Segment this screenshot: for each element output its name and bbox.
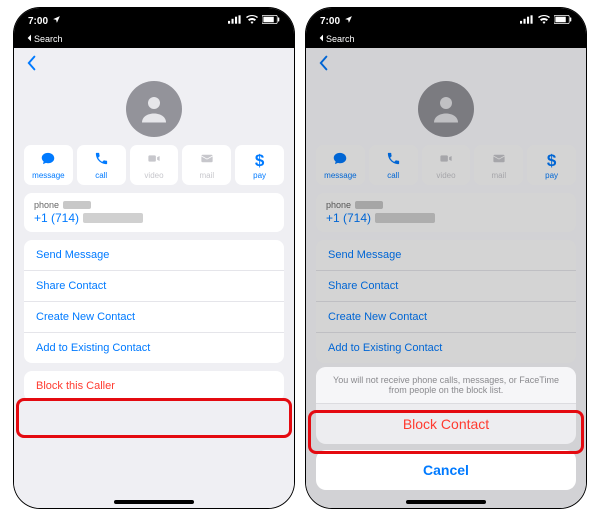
action-label: video: [436, 171, 455, 180]
mail-icon: [199, 151, 215, 169]
action-label: mail: [491, 171, 506, 180]
pay-icon: $: [547, 152, 556, 169]
call-button[interactable]: call: [77, 145, 126, 185]
nav-back-search[interactable]: Search: [306, 34, 586, 48]
back-button: [306, 48, 586, 79]
pay-button: $ pay: [527, 145, 576, 185]
mail-icon: [491, 151, 507, 169]
message-icon: [40, 151, 56, 169]
signal-icon: [228, 15, 242, 27]
phone-number-prefix: +1 (714): [34, 211, 79, 225]
video-button: video: [422, 145, 471, 185]
block-caller-row[interactable]: Block this Caller: [24, 371, 284, 401]
mail-button: mail: [182, 145, 231, 185]
create-new-contact-row: Create New Contact: [316, 302, 576, 333]
signal-icon: [520, 15, 534, 27]
back-button[interactable]: [14, 48, 294, 79]
phone-card: phone +1 (714): [316, 193, 576, 232]
send-message-row: Send Message: [316, 240, 576, 271]
phone-icon: [386, 151, 401, 169]
share-contact-row: Share Contact: [316, 271, 576, 302]
send-message-row[interactable]: Send Message: [24, 240, 284, 271]
status-time: 7:00: [28, 16, 48, 27]
status-bar: 7:00: [14, 8, 294, 34]
pay-icon: $: [255, 152, 264, 169]
options-list: Send Message Share Contact Create New Co…: [24, 240, 284, 363]
back-label: Search: [326, 34, 355, 44]
nav-back-search[interactable]: Search: [14, 34, 294, 48]
phone-type-redacted: [63, 201, 91, 209]
action-label: message: [324, 171, 356, 180]
video-icon: [146, 151, 162, 169]
back-label: Search: [34, 34, 63, 44]
quick-actions-row: message call video: [306, 145, 586, 193]
action-label: call: [95, 171, 107, 180]
home-indicator[interactable]: [406, 500, 486, 504]
phone-number-redacted: [375, 213, 435, 223]
action-label: pay: [253, 171, 266, 180]
contact-avatar: [418, 81, 474, 137]
phone-screenshot-right: 7:00 Search: [306, 8, 586, 508]
battery-icon: [262, 15, 280, 27]
create-new-contact-row[interactable]: Create New Contact: [24, 302, 284, 333]
action-label: video: [144, 171, 163, 180]
video-icon: [438, 151, 454, 169]
battery-icon: [554, 15, 572, 27]
chevron-left-icon: [318, 34, 324, 44]
block-card: Block this Caller: [24, 371, 284, 401]
chevron-left-icon: [26, 34, 32, 44]
contact-detail-view: message call video mail $: [14, 48, 294, 508]
status-time: 7:00: [320, 16, 340, 27]
quick-actions-row: message call video mail $: [14, 145, 294, 193]
home-indicator[interactable]: [114, 500, 194, 504]
phone-number-redacted: [83, 213, 143, 223]
phone-number-prefix: +1 (714): [326, 211, 371, 225]
location-icon: [52, 15, 61, 27]
contact-detail-view: message call video: [306, 48, 586, 508]
share-contact-row[interactable]: Share Contact: [24, 271, 284, 302]
block-contact-button[interactable]: Block Contact: [316, 404, 576, 444]
video-button: video: [130, 145, 179, 185]
phone-type-redacted: [355, 201, 383, 209]
message-button[interactable]: message: [24, 145, 73, 185]
annotation-highlight: [16, 398, 292, 438]
add-existing-contact-row: Add to Existing Contact: [316, 333, 576, 363]
wifi-icon: [538, 15, 550, 27]
sheet-info-text: You will not receive phone calls, messag…: [316, 367, 576, 404]
phone-label: phone: [326, 200, 351, 210]
add-existing-contact-row[interactable]: Add to Existing Contact: [24, 333, 284, 363]
location-icon: [344, 15, 353, 27]
phone-screenshot-left: 7:00 Search: [14, 8, 294, 508]
message-button: message: [316, 145, 365, 185]
action-label: pay: [545, 171, 558, 180]
action-label: call: [387, 171, 399, 180]
wifi-icon: [246, 15, 258, 27]
message-icon: [332, 151, 348, 169]
phone-icon: [94, 151, 109, 169]
pay-button[interactable]: $ pay: [235, 145, 284, 185]
phone-card[interactable]: phone +1 (714): [24, 193, 284, 232]
contact-avatar: [126, 81, 182, 137]
mail-button: mail: [474, 145, 523, 185]
action-label: message: [32, 171, 64, 180]
call-button: call: [369, 145, 418, 185]
cancel-button[interactable]: Cancel: [316, 450, 576, 490]
action-label: mail: [199, 171, 214, 180]
action-sheet: You will not receive phone calls, messag…: [316, 367, 576, 496]
phone-label: phone: [34, 200, 59, 210]
options-list: Send Message Share Contact Create New Co…: [316, 240, 576, 363]
status-bar: 7:00: [306, 8, 586, 34]
